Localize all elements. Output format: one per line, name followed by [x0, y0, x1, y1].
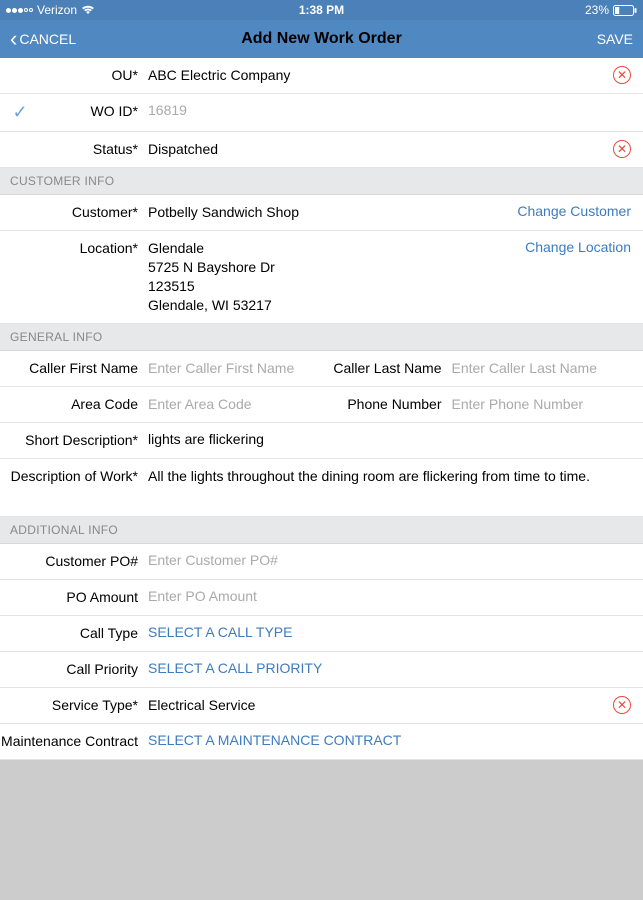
check-icon: ✓: [12, 102, 27, 123]
nav-bar: ‹ CANCEL Add New Work Order SAVE: [0, 20, 643, 58]
battery-label: 23%: [585, 3, 609, 17]
row-status[interactable]: Status* Dispatched ✕: [0, 132, 643, 168]
location-line3: 123515: [148, 277, 517, 296]
call-priority-value[interactable]: SELECT A CALL PRIORITY: [148, 660, 322, 676]
row-service-type[interactable]: Service Type* Electrical Service ✕: [0, 688, 643, 724]
desc-work-value[interactable]: All the lights throughout the dining roo…: [148, 467, 590, 486]
time-label: 1:38 PM: [299, 3, 344, 17]
woid-value: 16819: [148, 102, 187, 118]
row-maint-contract[interactable]: Maintenance Contract SELECT A MAINTENANC…: [0, 724, 643, 760]
wifi-icon: [81, 5, 95, 15]
section-general: GENERAL INFO: [0, 324, 643, 351]
row-desc-work: Description of Work* All the lights thro…: [0, 459, 643, 517]
battery-icon: [613, 5, 637, 16]
row-short-desc: Short Description*: [0, 423, 643, 459]
location-line2: 5725 N Bayshore Dr: [148, 258, 517, 277]
row-customer-po: Customer PO#: [0, 544, 643, 580]
phone-label: Phone Number: [322, 396, 452, 412]
clear-status-icon[interactable]: ✕: [613, 140, 631, 158]
call-priority-label: Call Priority: [0, 660, 148, 677]
row-po-amount: PO Amount: [0, 580, 643, 616]
status-label: Status*: [0, 140, 148, 157]
save-label: SAVE: [597, 31, 633, 47]
customer-value: Potbelly Sandwich Shop: [148, 203, 509, 222]
section-additional: ADDITIONAL INFO: [0, 517, 643, 544]
row-customer: Customer* Potbelly Sandwich Shop Change …: [0, 195, 643, 231]
status-bar: Verizon 1:38 PM 23%: [0, 0, 643, 20]
ou-label: OU*: [0, 66, 148, 83]
caller-first-label: Caller First Name: [0, 360, 148, 376]
customer-po-label: Customer PO#: [0, 552, 148, 569]
row-call-priority[interactable]: Call Priority SELECT A CALL PRIORITY: [0, 652, 643, 688]
customer-po-input[interactable]: [148, 552, 631, 568]
caller-first-input[interactable]: [148, 360, 312, 376]
cancel-label: CANCEL: [19, 31, 76, 47]
ou-value: ABC Electric Company: [148, 66, 605, 85]
po-amount-label: PO Amount: [0, 588, 148, 605]
section-customer: CUSTOMER INFO: [0, 168, 643, 195]
phone-input[interactable]: [452, 396, 634, 412]
save-button[interactable]: SAVE: [533, 31, 633, 47]
carrier-label: Verizon: [37, 3, 77, 17]
signal-dots-icon: [6, 8, 33, 13]
maint-contract-value[interactable]: SELECT A MAINTENANCE CONTRACT: [148, 732, 401, 748]
location-line4: Glendale, WI 53217: [148, 296, 517, 315]
row-caller-name: Caller First Name Caller Last Name: [0, 351, 643, 387]
woid-label: WO ID*: [40, 102, 148, 119]
chevron-left-icon: ‹: [10, 28, 17, 50]
call-type-label: Call Type: [0, 624, 148, 641]
call-type-value[interactable]: SELECT A CALL TYPE: [148, 624, 292, 640]
bottom-spacer: [0, 760, 643, 900]
location-value: Glendale 5725 N Bayshore Dr 123515 Glend…: [148, 239, 517, 315]
maint-contract-label: Maintenance Contract: [0, 732, 148, 749]
area-code-label: Area Code: [0, 396, 148, 412]
clear-service-type-icon[interactable]: ✕: [613, 696, 631, 714]
area-code-input[interactable]: [148, 396, 312, 412]
change-customer-link[interactable]: Change Customer: [517, 203, 631, 219]
caller-last-label: Caller Last Name: [322, 360, 452, 376]
service-type-label: Service Type*: [0, 696, 148, 713]
cancel-button[interactable]: ‹ CANCEL: [10, 28, 110, 50]
po-amount-input[interactable]: [148, 588, 631, 604]
short-desc-input[interactable]: [148, 431, 631, 447]
row-call-type[interactable]: Call Type SELECT A CALL TYPE: [0, 616, 643, 652]
clear-ou-icon[interactable]: ✕: [613, 66, 631, 84]
short-desc-label: Short Description*: [0, 431, 148, 448]
customer-label: Customer*: [0, 203, 148, 220]
service-type-value: Electrical Service: [148, 696, 605, 715]
location-line1: Glendale: [148, 239, 517, 258]
caller-last-input[interactable]: [452, 360, 634, 376]
row-phone: Area Code Phone Number: [0, 387, 643, 423]
row-woid: ✓ WO ID* 16819: [0, 94, 643, 132]
change-location-link[interactable]: Change Location: [525, 239, 631, 255]
status-value: Dispatched: [148, 140, 605, 159]
page-title: Add New Work Order: [110, 30, 533, 48]
desc-work-label: Description of Work*: [0, 467, 148, 484]
row-location: Location* Glendale 5725 N Bayshore Dr 12…: [0, 231, 643, 324]
location-label: Location*: [0, 239, 148, 256]
row-ou[interactable]: OU* ABC Electric Company ✕: [0, 58, 643, 94]
